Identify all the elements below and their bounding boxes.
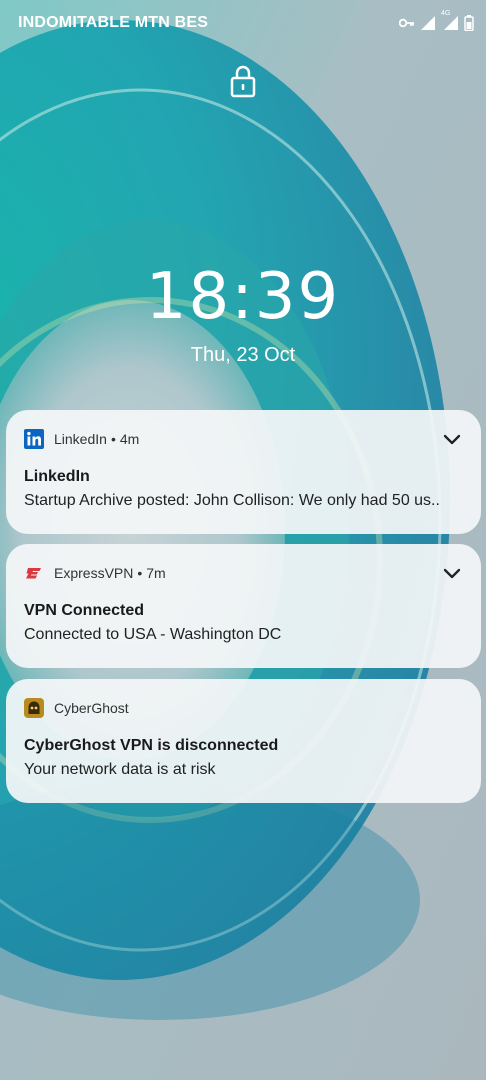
separator-dot: • (137, 565, 143, 581)
notification-body: Connected to USA - Washington DC (24, 626, 282, 643)
battery-icon (464, 15, 474, 31)
wallpaper (0, 0, 486, 1080)
notification-time: 4m (119, 431, 140, 447)
expressvpn-icon (26, 568, 41, 579)
lockscreen-clock: 18:39 (145, 260, 341, 334)
notification-title: VPN Connected (24, 602, 145, 619)
notification-app-name: LinkedIn (54, 431, 107, 447)
signal-icon (421, 16, 435, 30)
notification-cyberghost[interactable]: CyberGhost CyberGhost VPN is disconnecte… (6, 679, 481, 803)
lock-icon[interactable] (227, 64, 259, 98)
status-bar: INDOMITABLE MTN BES 4G (0, 0, 486, 46)
notification-app-name: ExpressVPN (54, 565, 134, 581)
signal-4g-icon: 4G (441, 10, 459, 31)
cyberghost-icon (24, 698, 44, 718)
notification-header: LinkedIn • 4m (24, 410, 463, 468)
notification-body: Startup Archive posted: John Collison: W… (24, 492, 440, 509)
chevron-down-icon[interactable] (441, 562, 463, 584)
notification-linkedin[interactable]: LinkedIn • 4m LinkedIn Startup Archive p… (6, 410, 481, 534)
linkedin-icon (24, 429, 44, 449)
separator-dot: • (110, 431, 116, 447)
chevron-down-icon[interactable] (441, 428, 463, 450)
notification-time: 7m (146, 565, 166, 581)
status-icons: 4G (399, 10, 474, 31)
notification-header: CyberGhost (24, 679, 463, 737)
key-icon (399, 18, 414, 28)
notification-title: CyberGhost VPN is disconnected (24, 737, 279, 754)
notification-expressvpn[interactable]: ExpressVPN • 7m VPN Connected Connected … (6, 544, 481, 668)
notification-app-name: CyberGhost (54, 700, 129, 716)
lockscreen-date: Thu, 23 Oct (190, 344, 296, 366)
notification-header: ExpressVPN • 7m (24, 544, 463, 602)
notification-body: Your network data is at risk (24, 761, 216, 778)
notification-title: LinkedIn (24, 468, 90, 485)
carrier-name: INDOMITABLE MTN BES (18, 14, 209, 31)
